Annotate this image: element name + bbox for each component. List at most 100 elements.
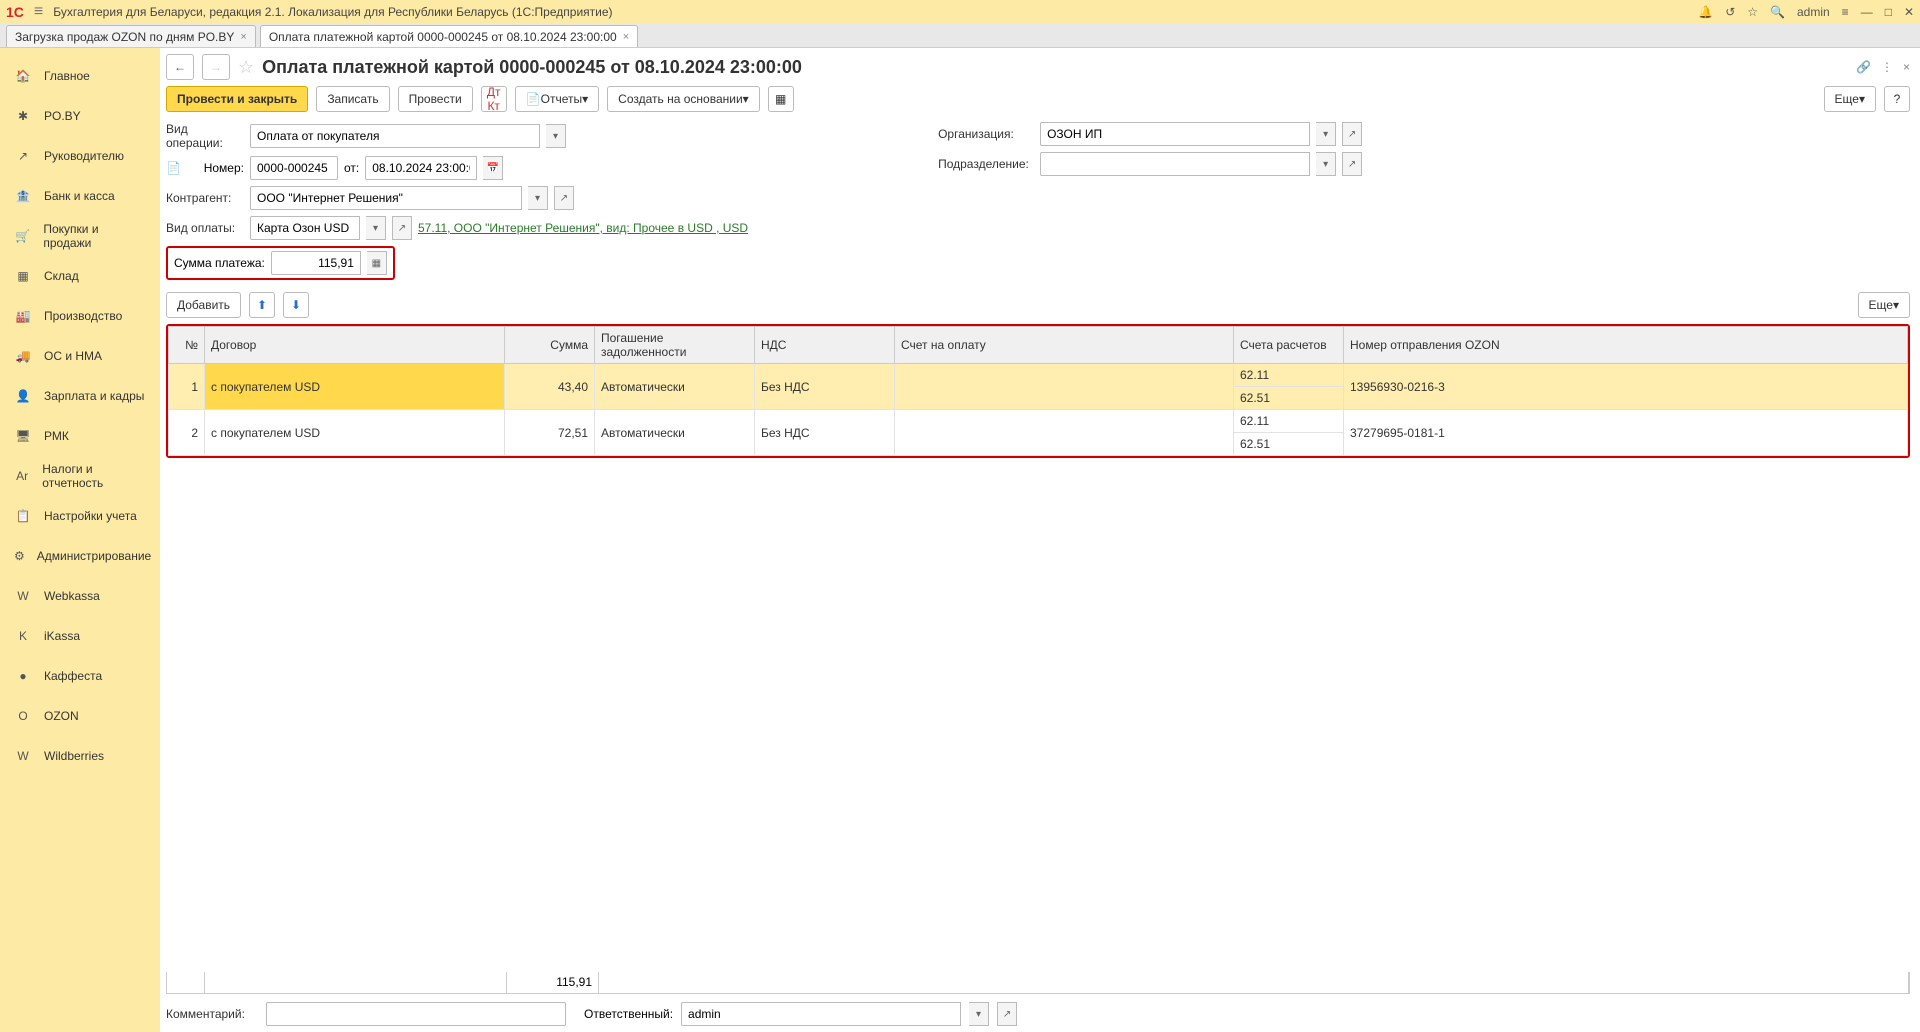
close-doc-icon[interactable]: × [1903,60,1910,74]
table-row[interactable]: 2с покупателем USD72,51АвтоматическиБез … [169,410,1908,433]
date-input[interactable] [365,156,477,180]
sum-input[interactable] [271,251,361,275]
flag-icon: 📄 [166,161,186,175]
dept-label: Подразделение: [938,157,1034,171]
pay-link[interactable]: 57.11, ООО "Интернет Решения", вид: Проч… [418,221,748,235]
create-on-button[interactable]: Создать на основании ▾ [607,86,760,112]
open-icon[interactable]: ↗ [1342,152,1362,176]
nav-label: Банк и касса [44,189,115,203]
move-down-icon[interactable]: ⬇ [283,292,309,318]
tab-close-icon[interactable]: × [240,31,246,43]
responsible-input[interactable] [681,1002,961,1026]
dropdown-icon[interactable]: ▾ [1316,122,1336,146]
nav-icon: 🚚 [14,349,32,363]
nav-label: Каффеста [44,669,102,683]
nav-icon: K [14,629,32,643]
sidebar-item-13[interactable]: WWebkassa [0,576,160,616]
nav-icon: ● [14,669,32,683]
tab-close-icon[interactable]: × [623,31,629,43]
back-button[interactable]: ← [166,54,194,80]
dt-kt-icon[interactable]: ДтКт [481,86,507,112]
sidebar-item-12[interactable]: ⚙Администрирование [0,536,160,576]
nav-icon: 🛒 [14,229,31,243]
help-button[interactable]: ? [1884,86,1910,112]
tab-2[interactable]: Оплата платежной картой 0000-000245 от 0… [260,25,638,47]
structure-icon[interactable]: ▦ [768,86,794,112]
calendar-icon[interactable]: 📅 [483,156,503,180]
contractor-input[interactable] [250,186,522,210]
more-button[interactable]: Еще ▾ [1858,292,1910,318]
open-icon[interactable]: ↗ [554,186,574,210]
sidebar-item-6[interactable]: 🏭Производство [0,296,160,336]
dropdown-icon[interactable]: ▾ [528,186,548,210]
sidebar-item-15[interactable]: ● Каффеста [0,656,160,696]
reports-button[interactable]: 📄 Отчеты ▾ [515,86,599,112]
open-icon[interactable]: ↗ [392,216,412,240]
sidebar-item-16[interactable]: OOZON [0,696,160,736]
dropdown-icon[interactable]: ▾ [969,1002,989,1026]
operation-input[interactable] [250,124,540,148]
tab-1[interactable]: Загрузка продаж OZON по дням PO.BY × [6,25,256,47]
operation-label: Вид операции: [166,122,244,150]
sidebar-item-17[interactable]: WWildberries [0,736,160,776]
settings-icon[interactable]: ≡ [1842,5,1849,19]
calc-icon[interactable]: ▦ [367,251,387,275]
link-icon[interactable]: 🔗 [1856,60,1871,74]
sidebar-item-5[interactable]: ▦Склад [0,256,160,296]
post-button[interactable]: Провести [398,86,473,112]
search-icon[interactable]: 🔍 [1770,5,1785,19]
paytype-input[interactable] [250,216,360,240]
sidebar-item-7[interactable]: 🚚 ОС и НМА [0,336,160,376]
sidebar-item-8[interactable]: 👤Зарплата и кадры [0,376,160,416]
th-nds[interactable]: НДС [755,327,895,364]
close-icon[interactable]: ✕ [1904,5,1914,19]
th-n[interactable]: № [169,327,205,364]
sidebar-item-14[interactable]: KiKassa [0,616,160,656]
sidebar-item-11[interactable]: 📋Настройки учета [0,496,160,536]
number-input[interactable] [250,156,338,180]
th-accounts[interactable]: Счета расчетов [1234,327,1344,364]
sidebar-item-2[interactable]: ↗Руководителю [0,136,160,176]
sidebar-item-4[interactable]: 🛒 Покупки и продажи [0,216,160,256]
bell-icon[interactable]: 🔔 [1698,5,1713,19]
open-icon[interactable]: ↗ [1342,122,1362,146]
maximize-icon[interactable]: □ [1885,5,1892,19]
table-row[interactable]: 1с покупателем USD43,40АвтоматическиБез … [169,364,1908,387]
open-icon[interactable]: ↗ [997,1002,1017,1026]
sidebar-item-10[interactable]: ArНалоги и отчетность [0,456,160,496]
dropdown-icon[interactable]: ▾ [546,124,566,148]
minimize-icon[interactable]: — [1861,5,1873,19]
forward-button[interactable]: → [202,54,230,80]
dept-input[interactable] [1040,152,1310,176]
menu-icon[interactable]: ≡ [34,3,43,21]
star-icon[interactable]: ☆ [1747,5,1758,19]
post-and-close-button[interactable]: Провести и закрыть [166,86,308,112]
more-button[interactable]: Еще ▾ [1824,86,1876,112]
app-title: Бухгалтерия для Беларуси, редакция 2.1. … [53,5,612,19]
user-label[interactable]: admin [1797,5,1830,19]
th-contract[interactable]: Договор [205,327,505,364]
sidebar-item-0[interactable]: 🏠Главное [0,56,160,96]
favorite-icon[interactable]: ☆ [238,57,254,78]
th-invoice[interactable]: Счет на оплату [895,327,1234,364]
write-button[interactable]: Записать [316,86,389,112]
dropdown-icon[interactable]: ▾ [366,216,386,240]
sidebar-item-3[interactable]: 🏦Банк и касса [0,176,160,216]
org-input[interactable] [1040,122,1310,146]
th-repay[interactable]: Погашение задолженности [595,327,755,364]
more-icon[interactable]: ⋮ [1881,60,1893,74]
comment-input[interactable] [266,1002,566,1026]
dropdown-icon[interactable]: ▾ [1316,152,1336,176]
footer-sum: 115,91 [507,972,599,993]
nav-label: ОС и НМА [44,349,102,363]
th-sum[interactable]: Сумма [505,327,595,364]
nav-label: Администрирование [37,549,151,563]
sidebar-item-9[interactable]: 🖥РМК [0,416,160,456]
payments-table: № Договор Сумма Погашение задолженности … [166,324,1910,458]
history-icon[interactable]: ↺ [1725,5,1735,19]
nav-label: Покупки и продажи [43,222,146,250]
add-button[interactable]: Добавить [166,292,241,318]
sidebar-item-1[interactable]: ✱PO.BY [0,96,160,136]
move-up-icon[interactable]: ⬆ [249,292,275,318]
th-shipment[interactable]: Номер отправления OZON [1344,327,1908,364]
